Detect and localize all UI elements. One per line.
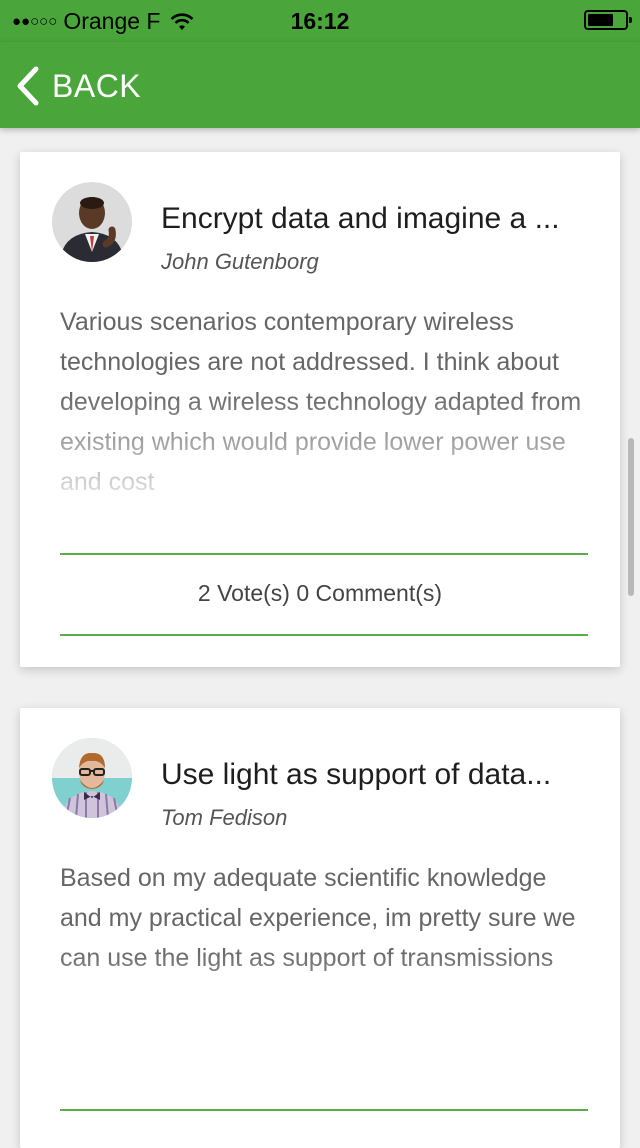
status-bar: ●●○○○ Orange F 16:12 xyxy=(0,0,640,42)
avatar-photo xyxy=(52,182,132,262)
idea-description: Based on my adequate scientific knowledg… xyxy=(60,864,576,972)
idea-title: Use light as support of data... xyxy=(161,758,552,791)
avatar-photo xyxy=(52,738,132,818)
author-avatar xyxy=(52,738,132,818)
back-button[interactable]: BACK xyxy=(14,64,141,108)
chevron-left-icon xyxy=(17,66,39,106)
back-label: BACK xyxy=(52,67,142,104)
status-time: 16:12 xyxy=(290,8,350,34)
scrollbar[interactable] xyxy=(628,438,634,596)
author-avatar xyxy=(52,182,132,262)
idea-title: Encrypt data and imagine a ... xyxy=(161,202,560,235)
divider xyxy=(60,1109,588,1111)
idea-stats: 2 Vote(s) 0 Comment(s) xyxy=(197,580,443,606)
divider xyxy=(60,553,588,555)
idea-description: Various scenarios contemporary wireless … xyxy=(60,308,582,496)
divider xyxy=(60,634,588,636)
idea-card[interactable]: Encrypt data and imagine a ... John Gute… xyxy=(20,152,620,667)
idea-card[interactable]: Use light as support of data... Tom Fedi… xyxy=(20,708,620,1148)
battery-level xyxy=(588,14,614,26)
battery-icon xyxy=(584,10,632,30)
nav-bar: BACK xyxy=(0,42,640,128)
idea-author: John Gutenborg xyxy=(161,249,319,274)
idea-author: Tom Fedison xyxy=(161,805,288,830)
